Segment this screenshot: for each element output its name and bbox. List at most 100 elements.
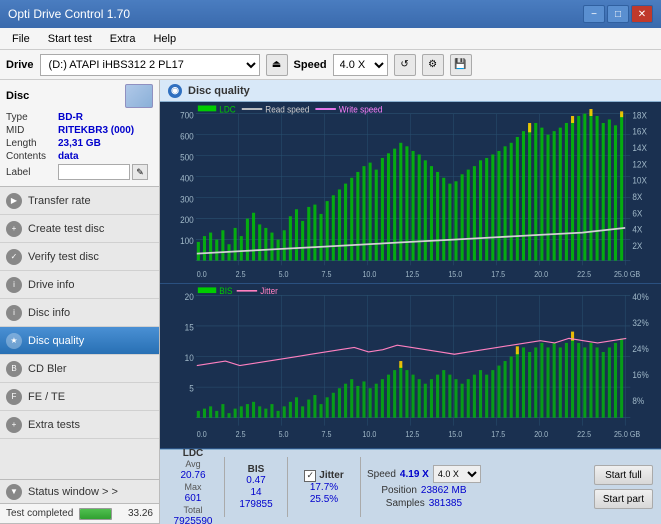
svg-text:17.5: 17.5	[491, 429, 505, 438]
nav-drive-info[interactable]: i Drive info	[0, 271, 159, 299]
svg-text:BIS: BIS	[219, 286, 232, 296]
nav-disc-quality[interactable]: ★ Disc quality	[0, 327, 159, 355]
svg-text:2X: 2X	[632, 240, 642, 251]
maximize-button[interactable]: □	[607, 5, 629, 23]
svg-text:14X: 14X	[632, 142, 647, 153]
svg-text:5.0: 5.0	[279, 269, 289, 279]
svg-text:12.5: 12.5	[405, 269, 419, 279]
eject-button[interactable]: ⏏	[266, 54, 288, 76]
nav-fe-te[interactable]: F FE / TE	[0, 383, 159, 411]
bis-chart-svg: 20 15 10 5 40% 32% 24% 16% 8% 0.0 2.5 5.…	[160, 284, 661, 448]
svg-text:10: 10	[185, 352, 194, 362]
svg-text:10X: 10X	[632, 175, 647, 186]
ldc-stats: LDC Avg 20.76 Max 601 Total 7925590	[168, 448, 218, 524]
disc-mid-label: MID	[6, 125, 58, 136]
svg-text:6X: 6X	[632, 208, 642, 219]
bis-stats: BIS 0.47 14 179855	[231, 464, 281, 510]
svg-text:32%: 32%	[632, 317, 649, 327]
disc-quality-header: ◉ Disc quality	[160, 80, 661, 102]
bis-chart: 20 15 10 5 40% 32% 24% 16% 8% 0.0 2.5 5.…	[160, 284, 661, 449]
svg-text:15.0: 15.0	[448, 429, 462, 438]
svg-text:600: 600	[180, 131, 194, 142]
menu-help[interactable]: Help	[145, 31, 184, 47]
max-bis-value: 14	[250, 487, 261, 498]
speed-select[interactable]: 4.0 X	[333, 54, 388, 76]
minimize-button[interactable]: −	[583, 5, 605, 23]
content-area: ◉ Disc quality	[160, 80, 661, 524]
disc-label-edit-button[interactable]: ✎	[132, 164, 148, 180]
disc-type-row: Type BD-R	[6, 112, 153, 123]
disc-contents-row: Contents data	[6, 151, 153, 162]
close-button[interactable]: ✕	[631, 5, 653, 23]
svg-text:18X: 18X	[632, 110, 647, 121]
stats-bar: LDC Avg 20.76 Max 601 Total 7925590 BIS …	[160, 449, 661, 524]
jitter-stats: ✓ Jitter 17.7% 25.5%	[294, 470, 354, 505]
nav-cd-bler[interactable]: B CD Bler	[0, 355, 159, 383]
status-window-button[interactable]: ▼ Status window > >	[0, 480, 159, 504]
total-bis-value: 179855	[239, 499, 272, 510]
nav-disc-info[interactable]: i Disc info	[0, 299, 159, 327]
svg-text:5: 5	[189, 383, 194, 393]
disc-mid-value: RITEKBR3 (000)	[58, 125, 134, 136]
nav-drive-info-label: Drive info	[28, 279, 74, 291]
ldc-col-header: LDC	[183, 448, 204, 459]
disc-quality-title: Disc quality	[188, 85, 250, 97]
disc-contents-value: data	[58, 151, 79, 162]
svg-text:2.5: 2.5	[236, 429, 246, 438]
status-window-label: Status window > >	[28, 486, 118, 498]
sep3	[360, 457, 361, 517]
drive-toolbar: Drive (D:) ATAPI iHBS312 2 PL17 ⏏ Speed …	[0, 50, 661, 80]
svg-text:20: 20	[185, 291, 194, 301]
disc-section-title: Disc	[6, 90, 29, 102]
avg-jitter-value: 17.7%	[310, 482, 338, 493]
start-part-button[interactable]: Start part	[594, 489, 653, 509]
svg-text:10.0: 10.0	[362, 429, 376, 438]
svg-text:Jitter: Jitter	[260, 286, 278, 296]
svg-text:5.0: 5.0	[279, 429, 289, 438]
samples-label: Samples	[386, 498, 425, 509]
nav-extra-tests-icon: +	[6, 417, 22, 433]
avg-bis-value: 0.47	[246, 475, 265, 486]
svg-text:700: 700	[180, 110, 194, 121]
svg-text:25.0 GB: 25.0 GB	[614, 429, 640, 438]
svg-text:22.5: 22.5	[577, 269, 591, 279]
jitter-checkbox[interactable]: ✓	[304, 470, 316, 482]
nav-verify-test-disc[interactable]: ✓ Verify test disc	[0, 243, 159, 271]
svg-text:40%: 40%	[632, 291, 649, 301]
nav-transfer-rate-icon: ▶	[6, 193, 22, 209]
refresh-button[interactable]: ↺	[394, 54, 416, 76]
menu-file[interactable]: File	[4, 31, 38, 47]
menu-extra[interactable]: Extra	[102, 31, 144, 47]
disc-length-label: Length	[6, 138, 58, 149]
max-ldc-label: Max	[184, 482, 201, 492]
start-full-button[interactable]: Start full	[594, 465, 653, 485]
speed-stat-value: 4.19 X	[400, 469, 429, 480]
nav-create-test-disc[interactable]: + Create test disc	[0, 215, 159, 243]
disc-label-input[interactable]	[58, 164, 130, 180]
svg-text:10.0: 10.0	[362, 269, 376, 279]
nav-fe-te-label: FE / TE	[28, 391, 65, 403]
nav-extra-tests[interactable]: + Extra tests	[0, 411, 159, 439]
nav-disc-info-icon: i	[6, 305, 22, 321]
svg-text:0.0: 0.0	[197, 429, 207, 438]
speed-stat-label: Speed	[367, 469, 396, 480]
svg-text:500: 500	[180, 152, 194, 163]
svg-text:8X: 8X	[632, 191, 642, 202]
action-buttons: Start full Start part	[594, 465, 653, 509]
ldc-chart-svg: 700 600 500 400 300 200 100 18X 16X 14X …	[160, 102, 661, 283]
svg-text:300: 300	[180, 194, 194, 205]
position-label: Position	[381, 485, 417, 496]
menu-start-test[interactable]: Start test	[40, 31, 100, 47]
nav-transfer-rate[interactable]: ▶ Transfer rate	[0, 187, 159, 215]
drive-select[interactable]: (D:) ATAPI iHBS312 2 PL17	[40, 54, 260, 76]
svg-text:12X: 12X	[632, 159, 647, 170]
svg-text:2.5: 2.5	[236, 269, 246, 279]
svg-text:Read speed: Read speed	[265, 104, 309, 115]
svg-text:17.5: 17.5	[491, 269, 505, 279]
save-button[interactable]: 💾	[450, 54, 472, 76]
disc-length-row: Length 23,31 GB	[6, 138, 153, 149]
settings-button[interactable]: ⚙	[422, 54, 444, 76]
disc-type-label: Type	[6, 112, 58, 123]
speed-stat-select[interactable]: 4.0 X	[433, 465, 481, 483]
nav-fe-te-icon: F	[6, 389, 22, 405]
